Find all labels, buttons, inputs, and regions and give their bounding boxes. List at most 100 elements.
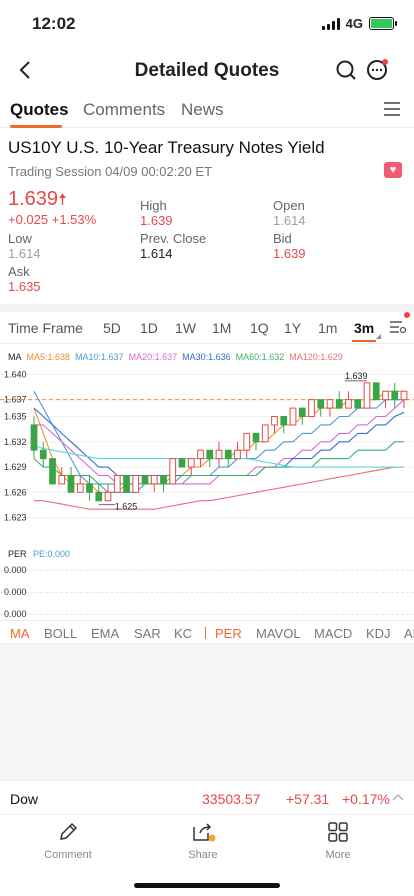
ticker-name: Dow: [10, 791, 39, 807]
tab-news[interactable]: News: [181, 100, 224, 120]
favorite-heart-icon[interactable]: ♥: [384, 162, 402, 178]
candle-body: [160, 474, 167, 485]
menu-icon[interactable]: [384, 102, 400, 116]
prev-close-label: Prev. Close: [140, 231, 207, 246]
indicator-divider: [205, 627, 206, 639]
indicator-ma[interactable]: MA: [10, 626, 30, 641]
status-bar: 12:02 4G: [0, 0, 414, 48]
per-axis-tick: 0.000: [4, 587, 27, 597]
timeframe-1m-month[interactable]: 1M: [212, 320, 231, 336]
candle-body: [67, 474, 75, 493]
candle-body: [298, 407, 306, 418]
y-axis-tick-label: 1.635: [4, 412, 27, 422]
timeframe-label: Time Frame: [8, 320, 83, 336]
candle-body: [132, 474, 140, 493]
indicator-sar[interactable]: SAR: [134, 626, 161, 641]
y-axis-tick-label: 1.629: [4, 462, 27, 472]
more-button[interactable]: More: [298, 821, 378, 861]
candle-body: [76, 483, 84, 493]
chevron-up-icon[interactable]: [392, 793, 404, 801]
indicator-kdj[interactable]: KDJ: [366, 626, 391, 641]
candle-body: [104, 491, 112, 502]
top-tabs: Quotes Comments News: [0, 94, 414, 128]
candle-body: [243, 432, 251, 451]
timeframe-bar: Time Frame 5D 1D 1W 1M 1Q 1Y 1m 3m: [0, 312, 414, 344]
candle-body: [123, 474, 130, 493]
bottom-action-bar: Comment Share More: [0, 814, 414, 896]
candle-body: [113, 474, 121, 493]
indicator-macd[interactable]: MACD: [314, 626, 352, 641]
timeframe-1w[interactable]: 1W: [175, 320, 196, 336]
candle-body: [289, 407, 297, 426]
up-arrow-icon: 🠅: [58, 192, 67, 209]
price-change: +0.025 +1.53%: [8, 212, 97, 227]
status-time: 12:02: [32, 14, 76, 33]
candle-body: [391, 390, 399, 401]
candle-body: [261, 424, 269, 443]
candle-body: [372, 382, 380, 401]
indicator-bar: MA BOLL EMA SAR KC PER MAVOL MACD KDJ AR: [0, 620, 414, 644]
indicator-ema[interactable]: EMA: [91, 626, 119, 641]
candle-body: [354, 399, 362, 409]
indicator-boll[interactable]: BOLL: [44, 626, 77, 641]
per-axis-tick: 0.000: [4, 609, 27, 619]
candle-body: [280, 416, 288, 426]
high-label: High: [140, 198, 167, 213]
indicator-kc[interactable]: KC: [174, 626, 192, 641]
message-icon[interactable]: [364, 57, 390, 83]
timeframe-1m-minute[interactable]: 1m: [318, 320, 337, 336]
candle-body: [150, 474, 158, 485]
candle-body: [187, 458, 195, 468]
timeframe-1d[interactable]: 1D: [140, 320, 158, 336]
home-indicator: [134, 883, 280, 888]
candle-body: [400, 390, 408, 401]
index-ticker[interactable]: Dow 33503.57 +57.31 +0.17%: [0, 780, 414, 814]
timeframe-1q[interactable]: 1Q: [250, 320, 269, 336]
tab-comments[interactable]: Comments: [83, 100, 165, 120]
low-value: 1.614: [8, 246, 41, 261]
indicator-ar[interactable]: AR: [404, 626, 414, 641]
tab-quotes[interactable]: Quotes: [10, 100, 69, 120]
ticker-change: +57.31: [286, 791, 330, 807]
candle-body: [30, 424, 38, 451]
candle-body: [271, 416, 278, 426]
timeframe-1y[interactable]: 1Y: [284, 320, 301, 336]
signal-icon: [321, 17, 340, 30]
candle-body: [317, 399, 325, 409]
share-icon: [193, 823, 216, 842]
candlestick-chart[interactable]: 1.6401.6371.6351.6321.6291.6261.6231.639…: [0, 344, 414, 540]
candle-body: [206, 449, 214, 460]
quote-summary: US10Y U.S. 10-Year Treasury Notes Yield …: [0, 128, 414, 304]
candle-body: [224, 449, 232, 460]
symbol-name: US10Y U.S. 10-Year Treasury Notes Yield: [8, 138, 325, 157]
search-icon[interactable]: [334, 58, 358, 82]
candle-body: [308, 399, 315, 418]
per-gridline: [0, 570, 414, 571]
candle-body: [252, 432, 260, 443]
price-value: 1.639: [8, 188, 59, 210]
ticker-value: 33503.57: [202, 791, 261, 807]
timeframe-dropdown-icon[interactable]: [376, 334, 381, 339]
battery-icon: [369, 17, 397, 30]
more-label: More: [325, 849, 351, 861]
candle-body: [178, 458, 186, 468]
section-divider: [0, 304, 414, 312]
notification-dot: [404, 312, 410, 318]
prev-close-value: 1.614: [140, 246, 173, 261]
candle-body: [197, 449, 204, 460]
indicator-per[interactable]: PER: [215, 626, 242, 641]
candle-body: [215, 449, 223, 460]
share-button[interactable]: Share: [163, 821, 243, 861]
timeframe-5d[interactable]: 5D: [103, 320, 121, 336]
candle-body: [169, 458, 177, 485]
candle-body: [86, 483, 93, 493]
timeframe-3m[interactable]: 3m: [354, 320, 374, 336]
high-annotation-label: 1.639: [345, 371, 368, 381]
y-axis-tick-label: 1.626: [4, 487, 27, 497]
comment-button[interactable]: Comment: [28, 821, 108, 861]
ask-value: 1.635: [8, 279, 41, 294]
chart-settings-icon[interactable]: [390, 320, 406, 334]
indicator-mavol[interactable]: MAVOL: [256, 626, 301, 641]
pencil-icon: [60, 822, 78, 840]
candle-body: [58, 474, 66, 485]
